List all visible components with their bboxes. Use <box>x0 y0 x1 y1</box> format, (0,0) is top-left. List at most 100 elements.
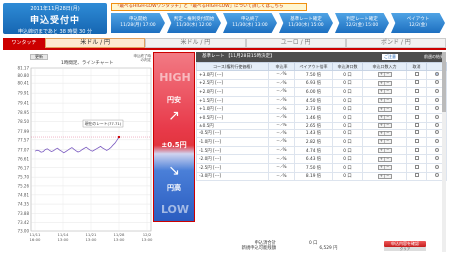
quantity-stepper-cell: + | − <box>362 104 407 114</box>
tab-eurjpy[interactable]: ユーロ / 円 <box>245 38 346 48</box>
select-radio[interactable] <box>434 80 439 85</box>
course-cell: +2.5円 [---] <box>196 78 269 89</box>
done-cell: 0 口 <box>332 171 363 182</box>
select-radio[interactable] <box>434 106 439 111</box>
done-cell: 0 口 <box>332 145 363 156</box>
cancel-cell <box>406 154 427 164</box>
quantity-stepper[interactable]: + | − <box>377 72 392 78</box>
range-label: ±0.5円 <box>161 141 187 149</box>
quantity-stepper[interactable]: + | − <box>377 123 392 129</box>
info-banner-link[interactable]: 「最べるHIGH-LOWワンタッチ」と「最べるHIGH-LOW」について詳しくは… <box>111 3 307 11</box>
quantity-stepper-cell: + | − <box>362 95 407 106</box>
select-radio[interactable] <box>434 130 439 135</box>
quantity-stepper[interactable]: + | − <box>377 80 392 86</box>
done-cell: 0 口 <box>332 78 363 89</box>
last-week-link[interactable]: 前週の結果 <box>424 54 444 60</box>
cancel-checkbox[interactable] <box>414 156 419 161</box>
course-cell: +1.0円 [---] <box>196 104 269 114</box>
select-radio[interactable] <box>434 147 439 152</box>
y-tick-label: 73.88 <box>18 211 30 216</box>
update-button[interactable]: 更新 <box>30 54 48 60</box>
order-panel: 基準レート 【11月28日15時決定】 ご注意 前週の結果 コース(権利行使価格… <box>196 52 447 252</box>
scrollbar-thumb[interactable] <box>442 52 446 112</box>
y-tick-label: 73.42 <box>18 220 30 225</box>
select-radio[interactable] <box>434 71 439 76</box>
cancel-checkbox[interactable] <box>414 138 419 143</box>
y-tick-label: 77.99 <box>18 129 30 134</box>
header: 2011年11月28日(月) 申込受付中 申込締切まであと 38 時間 30 分… <box>0 0 449 36</box>
cancel-checkbox[interactable] <box>414 173 419 178</box>
select-radio[interactable] <box>434 173 439 178</box>
cancel-checkbox[interactable] <box>414 114 419 119</box>
step-base-rate: 基準レート確定 11/30(水) 15:00 <box>279 13 333 33</box>
y-tick-label: 73.00 <box>18 229 30 234</box>
quantity-stepper[interactable]: + | − <box>377 156 392 162</box>
quantity-stepper-cell: + | − <box>362 78 407 89</box>
rate-cell: --.-% <box>268 162 295 173</box>
arrow-up-icon: ↗ <box>168 108 180 124</box>
select-radio[interactable] <box>434 156 439 161</box>
payout-cell: 7.50 倍 <box>294 162 333 173</box>
cancel-cell <box>406 87 427 97</box>
quantity-stepper[interactable]: + | − <box>377 115 392 121</box>
quantity-stepper[interactable]: + | − <box>377 139 392 145</box>
select-radio[interactable] <box>434 114 439 119</box>
quantity-stepper[interactable]: + | − <box>377 130 392 136</box>
base-rate-title: 基準レート 【11月28日15時決定】 <box>202 54 275 59</box>
available-label: 新規申込可能残額 <box>241 246 276 251</box>
quantity-stepper[interactable]: + | − <box>377 106 392 112</box>
tab-one-touch[interactable]: ワンタッチ <box>3 38 45 48</box>
quantity-stepper[interactable]: + | − <box>377 165 392 171</box>
cancel-checkbox[interactable] <box>414 71 419 76</box>
cancel-checkbox[interactable] <box>414 164 419 169</box>
rate-chart: 81.17 80.80 80.41 79.91 79.41 78.95 78.50 77.99… <box>18 66 153 242</box>
course-cell: -2.5円 [---] <box>196 162 269 173</box>
quantity-stepper[interactable]: + | − <box>377 89 392 95</box>
select-radio[interactable] <box>434 88 439 93</box>
cancel-checkbox[interactable] <box>414 88 419 93</box>
quantity-stepper-cell: + | − <box>362 145 407 156</box>
rate-cell: --.-% <box>268 95 295 106</box>
notice-link[interactable]: ご注意 <box>382 54 398 60</box>
step-start: 申込開始 11/28(月) 17:00 <box>111 13 165 33</box>
y-tick-label: 77.57 <box>18 137 30 142</box>
cancel-checkbox[interactable] <box>414 80 419 85</box>
table-row: -0.5円 [---] --.-% 1.43 倍0 口 + | − <box>196 128 447 139</box>
tab-usdjpy-2[interactable]: 米ドル / 円 <box>145 38 246 48</box>
cancel-checkbox[interactable] <box>414 130 419 135</box>
col-done: 申込済口数 <box>332 62 363 71</box>
tab-gbpjpy[interactable]: ポンド / 円 <box>345 38 446 48</box>
y-tick-label: 75.26 <box>18 183 30 188</box>
cancel-checkbox[interactable] <box>414 97 419 102</box>
select-radio[interactable] <box>434 138 439 143</box>
table-row: -1.0円 [---] --.-% 2.82 倍0 口 + | − <box>196 137 447 147</box>
select-radio[interactable] <box>434 97 439 102</box>
quantity-stepper[interactable]: + | − <box>377 173 392 179</box>
tab-usdjpy[interactable]: 米ドル / 円 <box>45 38 146 48</box>
low-label: LOW <box>160 203 190 216</box>
rate-cell: --.-% <box>268 171 295 182</box>
y-tick-label: 79.41 <box>18 101 30 106</box>
chart-note: 申込終了時の判定 <box>133 54 152 63</box>
payout-cell: 8.19 倍 <box>294 171 333 182</box>
y-tick-label: 80.41 <box>18 81 30 86</box>
course-cell: +1.5円 [---] <box>196 95 269 106</box>
select-radio[interactable] <box>434 164 439 169</box>
cancel-checkbox[interactable] <box>414 106 419 111</box>
table-row: +2.0円 [---] --.-% 6.00 倍0 口 + | − <box>196 87 447 97</box>
select-radio[interactable] <box>434 123 439 127</box>
clear-button[interactable]: クリア <box>384 247 426 251</box>
scrollbar[interactable] <box>442 52 446 252</box>
cancel-checkbox[interactable] <box>414 147 419 152</box>
yen-strong-label: 円高 <box>167 184 181 192</box>
rate-cell: --.-% <box>268 104 295 114</box>
done-cell: 0 口 <box>332 104 363 114</box>
quantity-stepper[interactable]: + | − <box>377 148 392 154</box>
cancel-checkbox[interactable] <box>414 123 419 127</box>
quantity-stepper-cell: + | − <box>362 162 407 173</box>
cancel-cell <box>406 128 427 139</box>
quantity-stepper[interactable]: + | − <box>377 98 392 104</box>
table-row: +3.0円 [---] --.-% 7.50 倍0 口 + | − <box>196 70 447 80</box>
course-cell: ±0.5円 <box>196 121 269 130</box>
status-label: 申込受付中 <box>29 16 80 26</box>
